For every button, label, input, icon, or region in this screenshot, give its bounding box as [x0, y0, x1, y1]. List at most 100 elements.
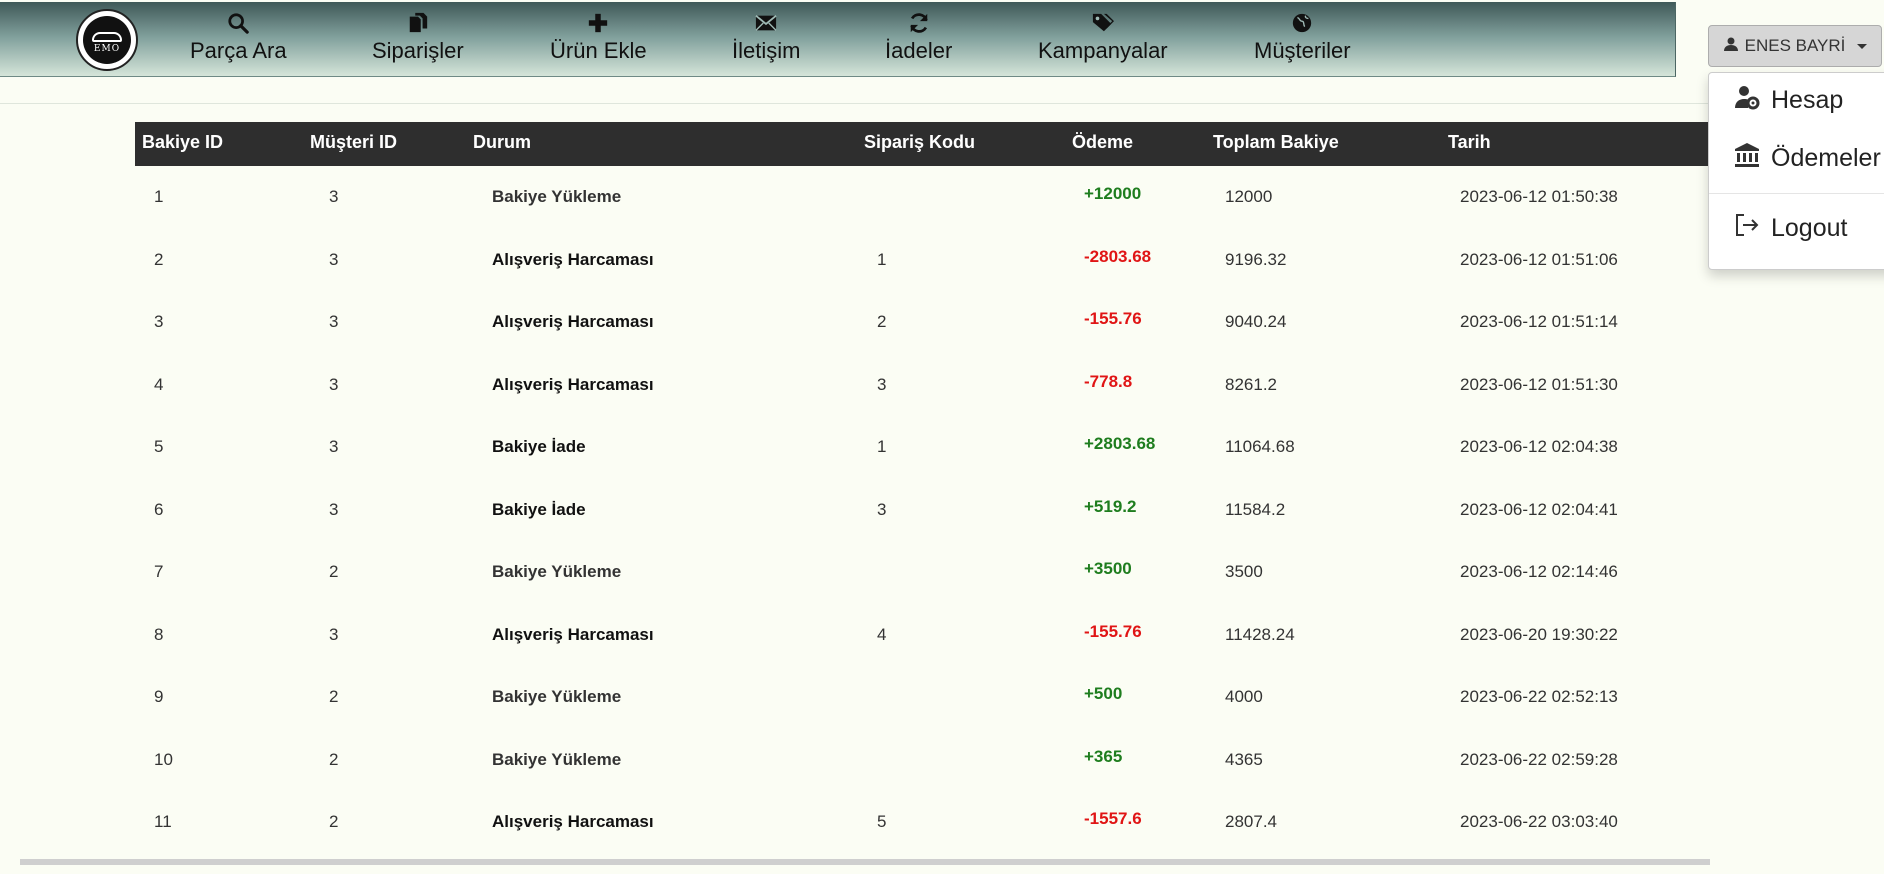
- table-row[interactable]: 7 2 Bakiye Yükleme +3500 3500 2023-06-12 02:1…: [135, 559, 1708, 624]
- column-header-musteri-id[interactable]: Müşteri ID: [310, 132, 397, 153]
- cell-durum: Alışveriş Harcaması: [492, 812, 654, 831]
- cell-durum: Bakiye Yükleme: [492, 749, 622, 769]
- refresh-icon: [885, 12, 952, 38]
- column-header-siparis-kodu[interactable]: Sipariş Kodu: [864, 132, 975, 153]
- cell-odeme: -155.76: [1084, 309, 1142, 328]
- cell-musteri-id: 2: [329, 749, 339, 769]
- menu-item-logout[interactable]: Logout: [1733, 211, 1847, 246]
- cell-odeme: +12000: [1084, 184, 1142, 203]
- cell-odeme: -155.76: [1084, 621, 1142, 641]
- table-row[interactable]: 2 3 Alışveriş Harcaması 1 -2803.68 9196.32 202…: [135, 246, 1708, 312]
- nav-label: İletişim: [732, 38, 801, 63]
- top-navbar: EMO Parça Ara Siparişler Ürün Ekle İleti…: [0, 2, 1676, 77]
- cell-siparis-kodu: 1: [877, 437, 887, 456]
- table-row[interactable]: 5 3 Bakiye İade 1 +2803.68 11064.68 2023-06-12…: [135, 434, 1708, 499]
- table-row[interactable]: 9 2 Bakiye Yükleme +500 4000 2023-06-22 02:52…: [135, 684, 1708, 749]
- menu-item-label: Hesap: [1771, 86, 1844, 114]
- nav-item-iletisim[interactable]: İletişim: [732, 12, 800, 64]
- cell-siparis-kodu: 5: [877, 812, 887, 831]
- table-row[interactable]: 6 3 Bakiye İade 3 +519.2 11584.2 2023-06-12 02…: [135, 497, 1708, 562]
- brand-logo[interactable]: EMO: [76, 9, 138, 71]
- user-icon: [1723, 36, 1739, 57]
- cell-musteri-id: 2: [329, 687, 339, 706]
- cell-musteri-id: 2: [329, 812, 339, 831]
- cell-toplam-bakiye: 9196.32: [1225, 249, 1287, 269]
- cell-siparis-kodu: 1: [877, 249, 887, 269]
- nav-label: Kampanyalar: [1038, 38, 1168, 63]
- cell-bakiye-id: 1: [154, 187, 164, 206]
- cell-toplam-bakiye: 12000: [1225, 187, 1273, 206]
- cell-tarih: 2023-06-22 02:52:13: [1460, 687, 1618, 706]
- nav-item-iadeler[interactable]: İadeler: [885, 12, 952, 64]
- cell-musteri-id: 3: [329, 249, 339, 269]
- menu-item-label: Ödemeler: [1771, 144, 1881, 172]
- nav-label: Ürün Ekle: [550, 38, 647, 63]
- cell-toplam-bakiye: 11428.24: [1225, 624, 1295, 644]
- table-row[interactable]: 4 3 Alışveriş Harcaması 3 -778.8 8261.2 2023-0…: [135, 371, 1708, 437]
- cell-musteri-id: 3: [329, 312, 339, 331]
- cell-bakiye-id: 7: [154, 562, 164, 581]
- cell-odeme: +3500: [1084, 559, 1132, 578]
- nav-item-musteriler[interactable]: Müşteriler: [1254, 12, 1351, 64]
- cell-musteri-id: 3: [329, 374, 339, 394]
- caret-down-icon: [1857, 43, 1868, 49]
- cell-toplam-bakiye: 3500: [1225, 562, 1263, 581]
- cell-siparis-kodu: 3: [877, 374, 887, 394]
- logo-badge: EMO: [83, 16, 131, 64]
- tags-icon: [1038, 12, 1168, 38]
- cell-durum: Bakiye Yükleme: [492, 687, 622, 706]
- column-header-odeme[interactable]: Ödeme: [1072, 132, 1133, 153]
- envelope-icon: [732, 12, 800, 38]
- cell-tarih: 2023-06-20 19:30:22: [1460, 624, 1618, 644]
- cell-durum: Alışveriş Harcaması: [492, 249, 654, 269]
- cell-tarih: 2023-06-12 02:04:38: [1460, 437, 1618, 456]
- column-header-durum[interactable]: Durum: [473, 132, 531, 153]
- bank-icon: [1733, 141, 1761, 176]
- cell-musteri-id: 3: [329, 624, 339, 644]
- table-row[interactable]: 1 3 Bakiye Yükleme +12000 12000 2023-06-12 01…: [135, 184, 1708, 249]
- column-header-tarih[interactable]: Tarih: [1448, 132, 1491, 153]
- nav-label: İadeler: [885, 38, 953, 63]
- nav-item-kampanyalar[interactable]: Kampanyalar: [1038, 12, 1168, 64]
- cell-durum: Bakiye İade: [492, 499, 586, 519]
- cell-tarih: 2023-06-12 01:51:30: [1460, 374, 1618, 394]
- cell-toplam-bakiye: 4365: [1225, 749, 1263, 769]
- nav-item-parca-ara[interactable]: Parça Ara: [190, 12, 287, 64]
- cell-durum: Bakiye Yükleme: [492, 187, 622, 206]
- cell-musteri-id: 3: [329, 437, 339, 456]
- search-icon: [190, 12, 287, 38]
- username-label: ENES BAYRİ: [1744, 36, 1846, 55]
- cell-odeme: -778.8: [1084, 371, 1133, 391]
- cell-musteri-id: 3: [329, 499, 339, 519]
- globe-icon: [1254, 12, 1351, 38]
- cell-toplam-bakiye: 2807.4: [1225, 812, 1277, 831]
- logo-text: EMO: [93, 44, 121, 54]
- cell-bakiye-id: 3: [154, 312, 164, 331]
- table-row[interactable]: 8 3 Alışveriş Harcaması 4 -155.76 11428.24 202…: [135, 621, 1708, 687]
- cell-musteri-id: 2: [329, 562, 339, 581]
- menu-item-odemeler[interactable]: Ödemeler: [1733, 141, 1881, 176]
- column-header-bakiye-id[interactable]: Bakiye ID: [142, 132, 223, 153]
- cell-bakiye-id: 5: [154, 437, 164, 456]
- cell-odeme: +365: [1084, 746, 1123, 766]
- table-row[interactable]: 3 3 Alışveriş Harcaması 2 -155.76 9040.24 2023…: [135, 309, 1708, 374]
- user-menu-button[interactable]: ENES BAYRİ: [1708, 25, 1882, 67]
- header-divider: [0, 103, 1884, 104]
- nav-item-siparisler[interactable]: Siparişler: [372, 12, 464, 64]
- cell-toplam-bakiye: 11584.2: [1225, 499, 1286, 519]
- nav-item-urun-ekle[interactable]: Ürün Ekle: [550, 12, 647, 64]
- nav-label: Parça Ara: [190, 38, 287, 63]
- cell-toplam-bakiye: 8261.2: [1225, 374, 1277, 394]
- table-row[interactable]: 10 2 Bakiye Yükleme +365 4365 2023-06-22 02:5…: [135, 746, 1708, 812]
- cell-tarih: 2023-06-12 02:14:46: [1460, 562, 1618, 581]
- cell-toplam-bakiye: 9040.24: [1225, 312, 1287, 331]
- cell-tarih: 2023-06-22 03:03:40: [1460, 812, 1618, 831]
- cell-bakiye-id: 4: [154, 374, 164, 394]
- horizontal-scrollbar[interactable]: [20, 859, 1710, 865]
- menu-item-hesap[interactable]: Hesap: [1733, 83, 1843, 118]
- cell-odeme: -2803.68: [1084, 246, 1152, 266]
- column-header-toplam-bakiye[interactable]: Toplam Bakiye: [1213, 132, 1339, 153]
- cell-bakiye-id: 2: [154, 249, 164, 269]
- cell-tarih: 2023-06-12 01:51:14: [1460, 312, 1618, 331]
- documents-icon: [372, 12, 464, 38]
